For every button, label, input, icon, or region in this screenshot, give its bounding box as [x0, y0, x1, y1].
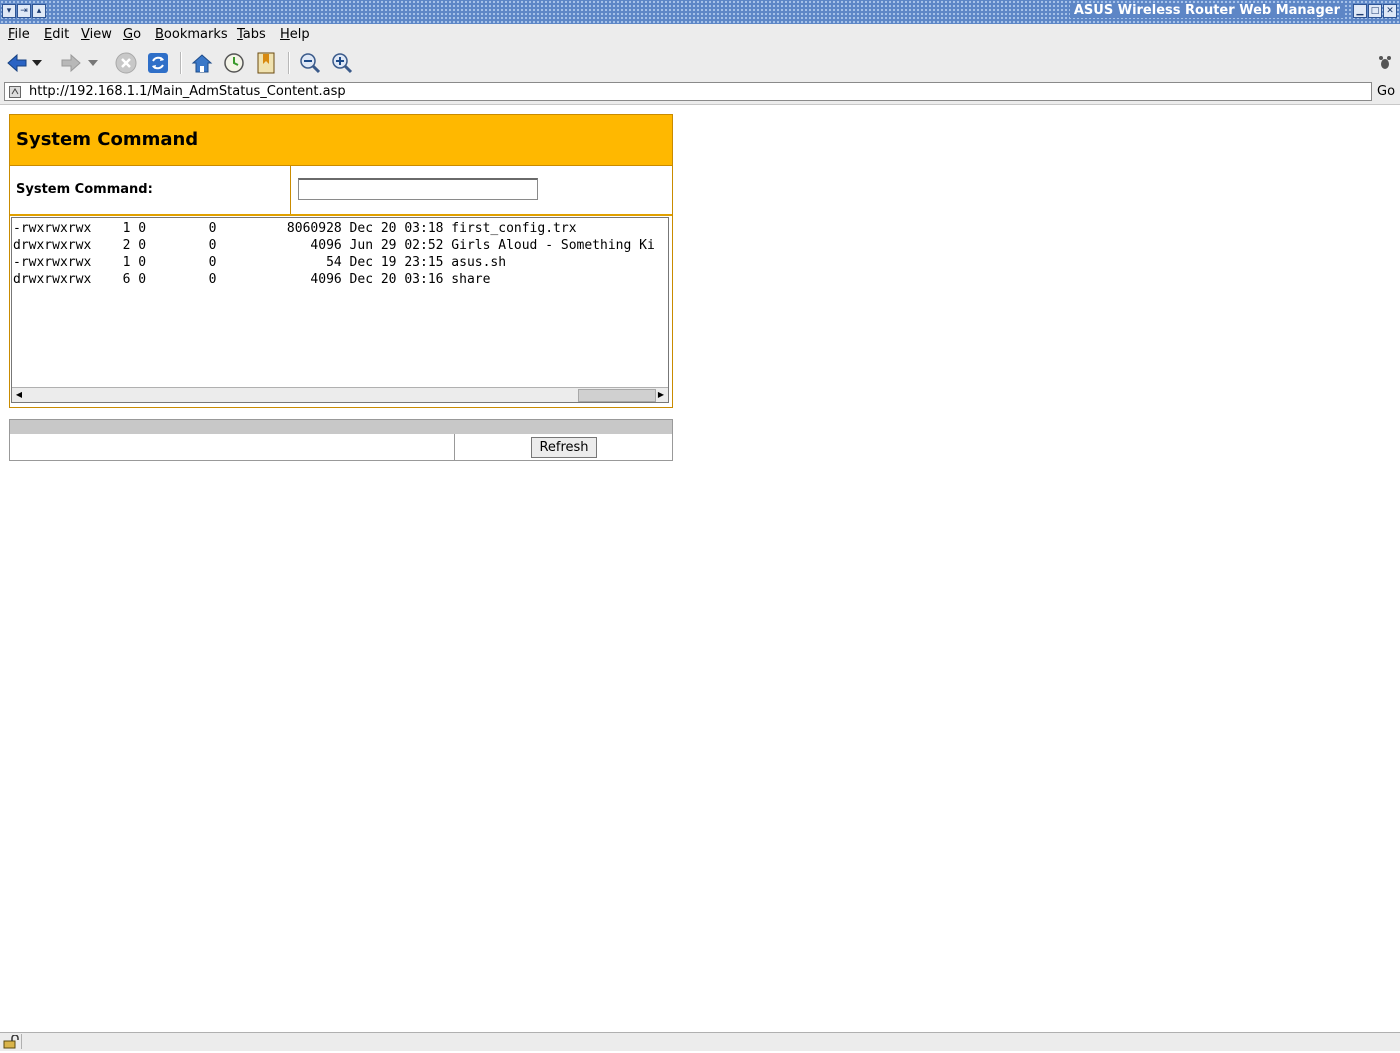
scroll-left-icon[interactable]: ◀	[12, 388, 26, 402]
forward-dropdown-icon[interactable]	[86, 50, 100, 76]
window-titlebar: ▾ ⇥ ▴ ASUS Wireless Router Web Manager ▁…	[0, 0, 1400, 25]
command-output[interactable]: -rwxrwxrwx 1 0 0 8060928 Dec 20 03:18 fi…	[11, 217, 669, 403]
url-text: http://192.168.1.1/Main_AdmStatus_Conten…	[29, 84, 346, 99]
zoom-in-icon[interactable]	[329, 50, 355, 76]
menu-file[interactable]: File	[8, 27, 30, 42]
zoom-out-icon[interactable]	[297, 50, 323, 76]
window-menu-icon[interactable]: ▾	[2, 4, 16, 18]
system-command-panel: System Command System Command: -rwxrwxrw…	[9, 114, 673, 408]
go-button[interactable]: Go	[1377, 84, 1395, 99]
output-line: drwxrwxrwx 2 0 0 4096 Jun 29 02:52 Girls…	[13, 238, 655, 253]
window-shade-icon[interactable]: ⇥	[17, 4, 31, 18]
url-input[interactable]: http://192.168.1.1/Main_AdmStatus_Conten…	[4, 82, 1372, 101]
security-lock-icon[interactable]	[3, 1034, 19, 1053]
output-line: -rwxrwxrwx 1 0 0 8060928 Dec 20 03:18 fi…	[13, 221, 577, 236]
back-dropdown-icon[interactable]	[30, 50, 44, 76]
window-title: ASUS Wireless Router Web Manager	[1069, 3, 1344, 18]
home-icon[interactable]	[189, 50, 215, 76]
output-lines: -rwxrwxrwx 1 0 0 8060928 Dec 20 03:18 fi…	[12, 218, 668, 288]
menu-help[interactable]: Help	[280, 27, 310, 42]
navigation-toolbar	[0, 46, 1400, 80]
scroll-right-icon[interactable]: ▶	[654, 388, 668, 402]
minimize-icon[interactable]: ▁	[1353, 4, 1367, 18]
menu-go[interactable]: Go	[123, 27, 141, 42]
forward-icon[interactable]	[58, 50, 84, 76]
refresh-button[interactable]: Refresh	[531, 437, 597, 458]
maximize-icon[interactable]: □	[1368, 4, 1382, 18]
command-input[interactable]	[298, 178, 538, 200]
window-raise-icon[interactable]: ▴	[32, 4, 46, 18]
panel-header: System Command	[10, 115, 672, 166]
command-row: System Command:	[10, 166, 672, 216]
stop-icon[interactable]	[113, 50, 139, 76]
footer-divider-bar	[10, 420, 672, 434]
menu-edit[interactable]: Edit	[44, 27, 69, 42]
close-icon[interactable]: ✕	[1383, 4, 1397, 18]
output-line: -rwxrwxrwx 1 0 0 54 Dec 19 23:15 asus.sh	[13, 255, 507, 270]
menu-tabs[interactable]: Tabs	[237, 27, 266, 42]
action-bar: Refresh	[9, 419, 673, 461]
throbber-icon	[1374, 50, 1396, 76]
address-bar: http://192.168.1.1/Main_AdmStatus_Conten…	[0, 80, 1400, 105]
status-bar	[0, 1032, 1400, 1051]
page-title: System Command	[16, 129, 199, 150]
horizontal-scrollbar[interactable]: ◀ ▶	[12, 387, 668, 402]
command-label: System Command:	[16, 182, 153, 197]
menu-view[interactable]: View	[81, 27, 112, 42]
output-line: drwxrwxrwx 6 0 0 4096 Dec 20 03:16 share	[13, 272, 491, 287]
back-icon[interactable]	[4, 50, 30, 76]
reload-icon[interactable]	[145, 50, 171, 76]
scrollbar-thumb[interactable]	[578, 389, 656, 402]
page-icon	[9, 86, 21, 102]
history-icon[interactable]	[221, 50, 247, 76]
bookmarks-icon[interactable]	[253, 50, 279, 76]
menu-bookmarks[interactable]: Bookmarks	[155, 27, 228, 42]
menu-bar: File Edit View Go Bookmarks Tabs Help	[0, 24, 1400, 46]
